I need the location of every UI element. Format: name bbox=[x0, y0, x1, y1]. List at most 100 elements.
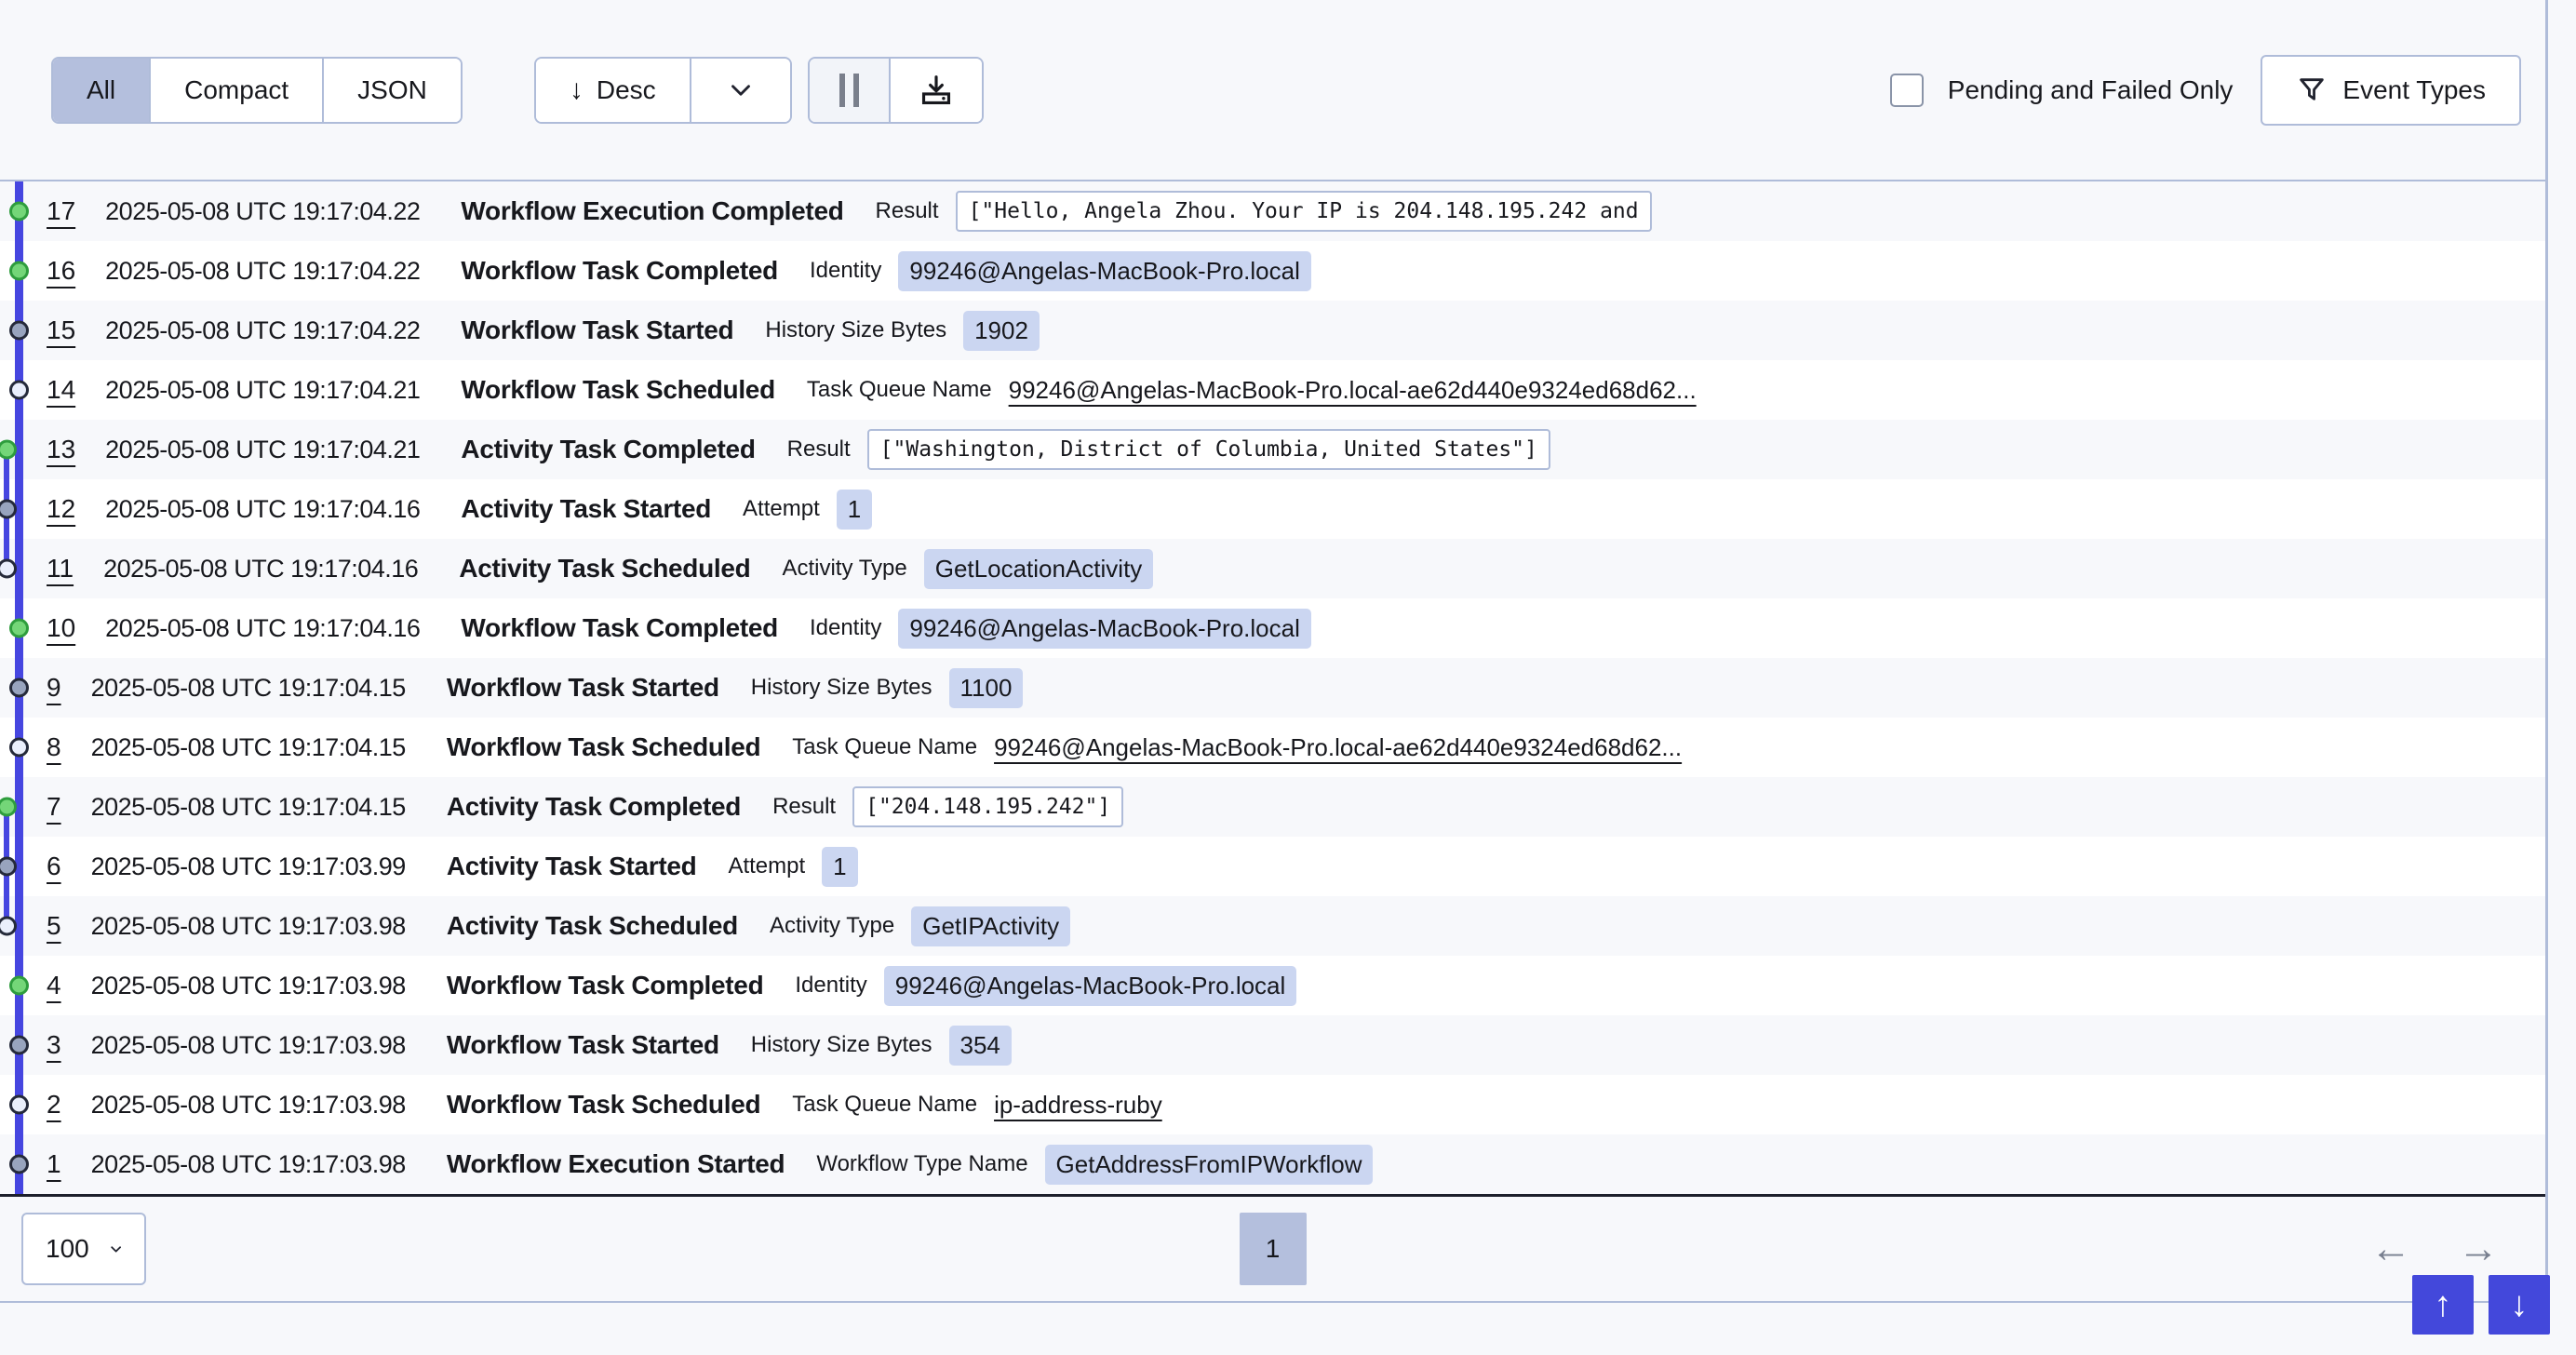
event-attr-value: 1100 bbox=[949, 668, 1024, 708]
event-attr-value: GetAddressFromIPWorkflow bbox=[1045, 1145, 1374, 1185]
event-marker-dot bbox=[9, 202, 29, 221]
event-types-button[interactable]: Event Types bbox=[2261, 55, 2521, 126]
event-attr-value[interactable]: 99246@Angelas-MacBook-Pro.local-ae62d440… bbox=[994, 733, 1682, 762]
event-row[interactable]: 1 2025-05-08 UTC 19:17:03.98 Workflow Ex… bbox=[0, 1134, 2545, 1194]
event-attr-label: Identity bbox=[810, 258, 881, 284]
event-row[interactable]: 17 2025-05-08 UTC 19:17:04.22 Workflow E… bbox=[0, 181, 2545, 241]
event-name: Activity Task Started bbox=[461, 494, 711, 524]
event-attr-label: Activity Type bbox=[782, 556, 906, 582]
arrow-down-icon: ↓ bbox=[570, 74, 584, 106]
event-name: Workflow Task Scheduled bbox=[447, 732, 760, 762]
pending-failed-label[interactable]: Pending and Failed Only bbox=[1948, 75, 2234, 105]
event-attr-label: Result bbox=[772, 794, 836, 820]
event-attr-value: ["204.148.195.242"] bbox=[852, 786, 1123, 827]
event-id-link[interactable]: 16 bbox=[47, 256, 75, 286]
tab-compact[interactable]: Compact bbox=[149, 59, 322, 122]
sort-order-button[interactable]: ↓ Desc bbox=[536, 59, 690, 122]
chevron-down-icon bbox=[106, 1238, 126, 1260]
page-number-button[interactable]: 1 bbox=[1240, 1213, 1307, 1285]
event-id-link[interactable]: 13 bbox=[47, 435, 75, 464]
event-id-link[interactable]: 14 bbox=[47, 375, 75, 405]
arrow-down-icon: ↓ bbox=[2511, 1285, 2529, 1325]
event-row[interactable]: 3 2025-05-08 UTC 19:17:03.98 Workflow Ta… bbox=[0, 1015, 2545, 1075]
scroll-to-bottom-button[interactable]: ↓ bbox=[2489, 1275, 2550, 1335]
event-id-link[interactable]: 1 bbox=[47, 1149, 61, 1179]
event-id-link[interactable]: 8 bbox=[47, 732, 61, 762]
event-attr-label: Identity bbox=[810, 615, 881, 641]
event-id-link[interactable]: 3 bbox=[47, 1030, 61, 1060]
event-name: Workflow Execution Started bbox=[447, 1149, 785, 1179]
sort-order-label: Desc bbox=[597, 75, 656, 105]
event-row[interactable]: 9 2025-05-08 UTC 19:17:04.15 Workflow Ta… bbox=[0, 658, 2545, 718]
event-row[interactable]: 6 2025-05-08 UTC 19:17:03.99 Activity Ta… bbox=[0, 837, 2545, 896]
event-row[interactable]: 14 2025-05-08 UTC 19:17:04.21 Workflow T… bbox=[0, 360, 2545, 420]
pause-button[interactable] bbox=[810, 59, 889, 122]
event-id-link[interactable]: 11 bbox=[47, 554, 74, 584]
event-name: Workflow Task Completed bbox=[461, 256, 778, 286]
event-id-link[interactable]: 9 bbox=[47, 673, 61, 703]
event-row[interactable]: 10 2025-05-08 UTC 19:17:04.16 Workflow T… bbox=[0, 598, 2545, 658]
event-row[interactable]: 4 2025-05-08 UTC 19:17:03.98 Workflow Ta… bbox=[0, 956, 2545, 1015]
event-attr-value: 99246@Angelas-MacBook-Pro.local bbox=[884, 966, 1297, 1006]
event-attr-label: History Size Bytes bbox=[751, 675, 932, 701]
sort-expand-button[interactable] bbox=[690, 59, 790, 122]
page-size-value: 100 bbox=[46, 1234, 89, 1264]
event-name: Activity Task Started bbox=[447, 852, 697, 881]
event-id-link[interactable]: 2 bbox=[47, 1090, 61, 1120]
event-attr-value: 99246@Angelas-MacBook-Pro.local bbox=[898, 251, 1311, 291]
event-attr-label: Task Queue Name bbox=[792, 734, 977, 760]
event-id-link[interactable]: 15 bbox=[47, 315, 75, 345]
event-id-link[interactable]: 10 bbox=[47, 613, 75, 643]
event-row[interactable]: 16 2025-05-08 UTC 19:17:04.22 Workflow T… bbox=[0, 241, 2545, 301]
tab-all[interactable]: All bbox=[53, 59, 149, 122]
event-timestamp: 2025-05-08 UTC 19:17:04.15 bbox=[91, 793, 406, 822]
next-page-button[interactable]: → bbox=[2458, 1228, 2499, 1269]
event-id-link[interactable]: 12 bbox=[47, 494, 75, 524]
event-row[interactable]: 12 2025-05-08 UTC 19:17:04.16 Activity T… bbox=[0, 479, 2545, 539]
event-attr-value: GetIPActivity bbox=[911, 906, 1070, 946]
event-id-link[interactable]: 7 bbox=[47, 792, 61, 822]
event-row[interactable]: 8 2025-05-08 UTC 19:17:04.15 Workflow Ta… bbox=[0, 718, 2545, 777]
event-name: Workflow Execution Completed bbox=[461, 196, 843, 226]
page-size-select[interactable]: 100 bbox=[21, 1213, 146, 1285]
event-row[interactable]: 15 2025-05-08 UTC 19:17:04.22 Workflow T… bbox=[0, 301, 2545, 360]
pagination-bar: 100 1 ← → bbox=[0, 1197, 2545, 1301]
pending-failed-checkbox[interactable] bbox=[1890, 74, 1924, 107]
event-attr-value: 99246@Angelas-MacBook-Pro.local bbox=[898, 609, 1311, 649]
event-timestamp: 2025-05-08 UTC 19:17:03.99 bbox=[91, 852, 406, 881]
io-controls bbox=[808, 57, 984, 124]
event-timestamp: 2025-05-08 UTC 19:17:04.22 bbox=[105, 197, 420, 226]
event-row[interactable]: 11 2025-05-08 UTC 19:17:04.16 Activity T… bbox=[0, 539, 2545, 598]
filter-funnel-icon bbox=[2296, 74, 2328, 106]
event-attr-value[interactable]: ip-address-ruby bbox=[994, 1091, 1162, 1120]
event-marker-dot bbox=[9, 976, 29, 996]
scroll-to-top-button[interactable]: ↑ bbox=[2412, 1275, 2474, 1335]
download-icon bbox=[919, 73, 954, 108]
event-id-link[interactable]: 6 bbox=[47, 852, 61, 881]
event-row[interactable]: 5 2025-05-08 UTC 19:17:03.98 Activity Ta… bbox=[0, 896, 2545, 956]
event-marker-dot bbox=[9, 619, 29, 638]
scroll-buttons: ↑ ↓ bbox=[2412, 1275, 2550, 1335]
event-attr-value: 1 bbox=[837, 490, 872, 530]
event-timestamp: 2025-05-08 UTC 19:17:03.98 bbox=[91, 1091, 406, 1120]
event-row[interactable]: 7 2025-05-08 UTC 19:17:04.15 Activity Ta… bbox=[0, 777, 2545, 837]
event-id-link[interactable]: 17 bbox=[47, 196, 75, 226]
event-row[interactable]: 13 2025-05-08 UTC 19:17:04.21 Activity T… bbox=[0, 420, 2545, 479]
event-types-label: Event Types bbox=[2342, 75, 2486, 105]
download-button[interactable] bbox=[889, 59, 982, 122]
event-timestamp: 2025-05-08 UTC 19:17:04.22 bbox=[105, 316, 420, 345]
toolbar-right-cluster: Pending and Failed Only Event Types bbox=[1890, 55, 2521, 126]
event-attr-value[interactable]: 99246@Angelas-MacBook-Pro.local-ae62d440… bbox=[1009, 376, 1697, 405]
event-id-link[interactable]: 4 bbox=[47, 971, 61, 1000]
event-timestamp: 2025-05-08 UTC 19:17:04.15 bbox=[91, 733, 406, 762]
event-row[interactable]: 2 2025-05-08 UTC 19:17:03.98 Workflow Ta… bbox=[0, 1075, 2545, 1134]
event-marker-dot bbox=[9, 381, 29, 400]
event-history-table: 17 2025-05-08 UTC 19:17:04.22 Workflow E… bbox=[0, 181, 2545, 1197]
event-name: Activity Task Completed bbox=[461, 435, 755, 464]
event-id-link[interactable]: 5 bbox=[47, 911, 61, 941]
event-history-panel: All Compact JSON ↓ Desc Pending and Fail… bbox=[0, 0, 2548, 1303]
event-attr-label: History Size Bytes bbox=[751, 1032, 932, 1058]
tab-json[interactable]: JSON bbox=[322, 59, 461, 122]
prev-page-button[interactable]: ← bbox=[2370, 1228, 2411, 1269]
event-marker-dot bbox=[9, 1155, 29, 1174]
